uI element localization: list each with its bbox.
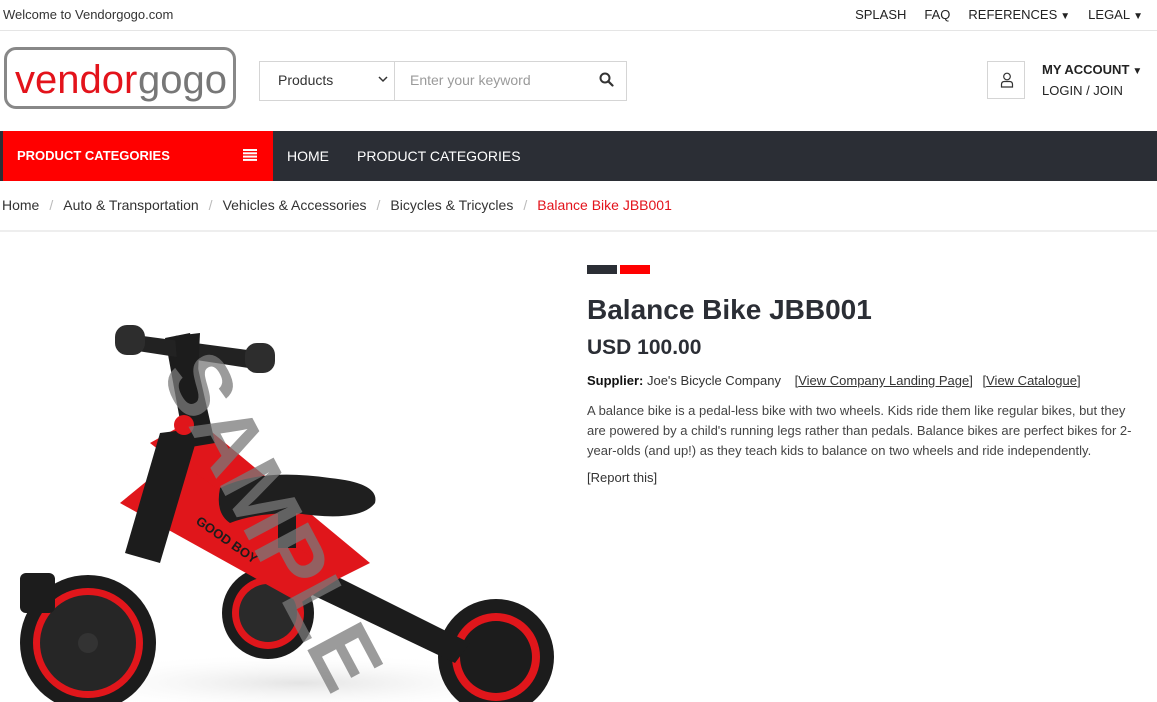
product-image[interactable]: GOOD BOY SAMPLE [0, 233, 560, 702]
user-icon [1000, 72, 1014, 88]
caret-down-icon: ▼ [1133, 11, 1143, 22]
caret-down-icon: ▼ [1132, 66, 1143, 77]
breadcrumb-separator: / [49, 197, 54, 213]
accent-bar-dark [587, 265, 617, 274]
product-categories-label: PRODUCT CATEGORIES [17, 148, 170, 163]
breadcrumb-separator: / [208, 197, 213, 213]
search-icon[interactable] [599, 72, 614, 87]
account-button[interactable] [987, 61, 1025, 99]
breadcrumb-separator: / [523, 197, 528, 213]
breadcrumb-current: Balance Bike JBB001 [537, 197, 672, 213]
nav-link-product-categories[interactable]: PRODUCT CATEGORIES [357, 148, 521, 164]
search-category-value: Products [278, 72, 334, 88]
company-landing-link[interactable]: View Company Landing Page [798, 373, 969, 388]
product-description: A balance bike is a pedal-less bike with… [587, 403, 1132, 458]
breadcrumb-auto-transportation[interactable]: Auto & Transportation [63, 197, 198, 213]
top-link-references[interactable]: REFERENCES ▼ [968, 7, 1070, 22]
breadcrumb-vehicles-accessories[interactable]: Vehicles & Accessories [223, 197, 367, 213]
product-detail: Balance Bike JBB001 USD 100.00 Supplier:… [587, 265, 1147, 485]
login-join-link[interactable]: LOGIN / JOIN [1042, 83, 1142, 98]
report-link[interactable]: [Report this] [587, 470, 1147, 485]
top-link-faq[interactable]: FAQ [924, 7, 950, 22]
product-price: USD 100.00 [587, 336, 702, 359]
top-link-references-label: REFERENCES [968, 7, 1058, 22]
search-category-select[interactable]: Products [260, 62, 395, 100]
top-nav: SPLASH FAQ REFERENCES ▼ LEGAL ▼ [855, 7, 1143, 22]
search-keyword-wrap [395, 62, 626, 100]
top-link-legal[interactable]: LEGAL ▼ [1088, 7, 1143, 22]
hamburger-icon [243, 149, 257, 161]
breadcrumb-bicycles-tricycles[interactable]: Bicycles & Tricycles [390, 197, 513, 213]
top-link-legal-label: LEGAL [1088, 7, 1131, 22]
my-account-label: MY ACCOUNT [1042, 62, 1130, 77]
title-accent-bars [587, 265, 1147, 274]
supplier-name: Joe's Bicycle Company [646, 373, 781, 388]
welcome-text: Welcome to Vendorgogo.com [3, 7, 174, 22]
breadcrumb-separator: / [376, 197, 381, 213]
supplier-label: Supplier: [587, 373, 644, 388]
top-link-splash[interactable]: SPLASH [855, 7, 906, 22]
view-catalogue-link[interactable]: View Catalogue [986, 373, 1077, 388]
nav-link-home[interactable]: HOME [287, 148, 329, 164]
site-logo[interactable]: vendor gogo [4, 47, 236, 109]
product-title: Balance Bike JBB001 [587, 294, 872, 325]
accent-bar-red [620, 265, 650, 274]
top-bar: Welcome to Vendorgogo.com SPLASH FAQ REF… [0, 0, 1157, 31]
chevron-down-icon [378, 76, 388, 83]
breadcrumb: Home / Auto & Transportation / Vehicles … [2, 197, 672, 213]
main-nav-links: HOME PRODUCT CATEGORIES [287, 148, 521, 164]
my-account-dropdown[interactable]: MY ACCOUNT ▼ [1042, 62, 1142, 77]
breadcrumb-home[interactable]: Home [2, 197, 39, 213]
search-input[interactable] [395, 62, 610, 98]
site-header: vendor gogo Products MY ACCOUNT▼ LOGIN /… [0, 31, 1157, 131]
logo-text-gogo: gogo [138, 58, 227, 102]
product-categories-toggle[interactable]: PRODUCT CATEGORIES [3, 131, 273, 181]
account-menu: MY ACCOUNT ▼ LOGIN / JOIN [1042, 62, 1142, 98]
breadcrumb-divider [0, 230, 1157, 232]
search-bar: Products [259, 61, 627, 101]
supplier-line: Supplier: Joe's Bicycle Company [View Co… [587, 373, 1081, 388]
logo-text-vendor: vendor [15, 58, 137, 102]
main-nav: PRODUCT CATEGORIES HOME PRODUCT CATEGORI… [0, 131, 1157, 181]
caret-down-icon: ▼ [1060, 11, 1071, 22]
